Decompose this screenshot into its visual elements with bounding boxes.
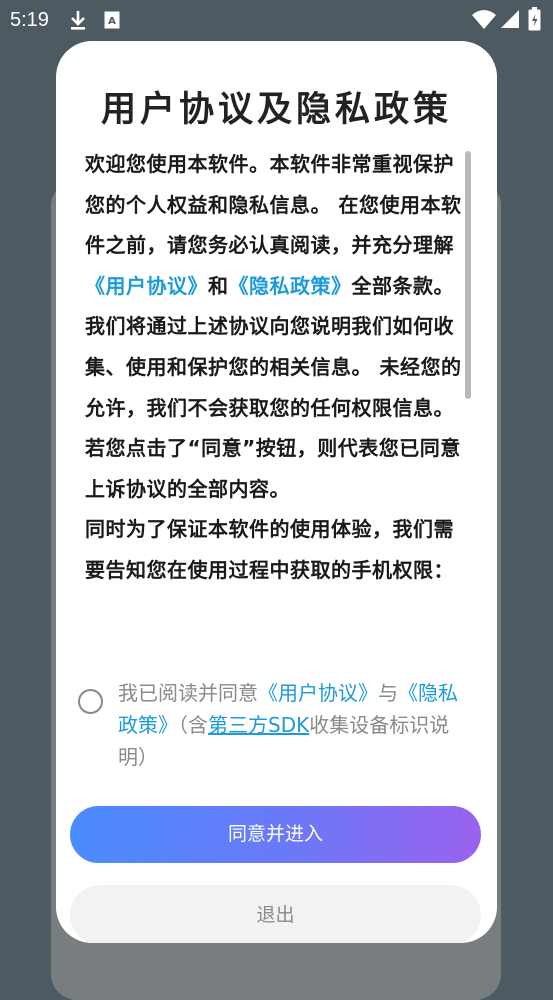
keyboard-a-icon: A [104,11,120,29]
agreement-scroll-area[interactable]: 欢迎您使用本软件。本软件非常重视保护您的个人权益和隐私信息。 在您使用本软件之前… [85,144,465,674]
agreement-text-body: 全部条款。 我们将通过上述协议向您说明我们如何收集、使用和保护您的相关信息。 未… [85,273,462,501]
privacy-policy-link[interactable]: 《隐私政策》 [229,274,352,298]
svg-text:A: A [108,16,116,27]
agreement-paragraph-2: 同时为了保证本软件的使用体验，我们需要告知您在使用过程中获取的手机权限： [85,517,454,582]
consent-prefix: 我已阅读并同意 [118,681,258,705]
third-party-sdk-link[interactable]: 第三方SDK [208,713,309,737]
consent-row[interactable]: 我已阅读并同意《用户协议》与《隐私政策》（含第三方SDK收集设备标识说明） [78,677,473,777]
agreement-paragraph-1: 欢迎您使用本软件。本软件非常重视保护您的个人权益和隐私信息。 在您使用本软件之前… [85,144,465,509]
status-time: 5:19 [10,9,49,31]
dialog-title: 用户协议及隐私政策 [100,90,452,130]
exit-button[interactable]: 退出 [70,885,481,943]
consent-paren-open: （含 [178,713,208,737]
cellular-signal-icon [501,10,519,28]
battery-icon [528,7,541,31]
agreement-and-text: 和 [208,273,229,298]
status-bar: 5:19 A [0,0,553,40]
consent-user-agreement-link[interactable]: 《用户协议》 [258,681,378,705]
privacy-dialog: 用户协议及隐私政策 欢迎您使用本软件。本软件非常重视保护您的个人权益和隐私信息。… [56,41,497,943]
agree-and-enter-button[interactable]: 同意并进入 [70,806,481,863]
consent-radio[interactable] [78,689,103,714]
scrollbar-thumb[interactable] [465,151,471,399]
agreement-text-intro: 欢迎您使用本软件。本软件非常重视保护您的个人权益和隐私信息。 在您使用本软件之前… [85,152,462,258]
download-icon [71,11,85,30]
user-agreement-link[interactable]: 《用户协议》 [85,274,208,298]
consent-and: 与 [378,681,398,705]
wifi-icon [472,10,496,29]
consent-text: 我已阅读并同意《用户协议》与《隐私政策》（含第三方SDK收集设备标识说明） [118,677,468,773]
